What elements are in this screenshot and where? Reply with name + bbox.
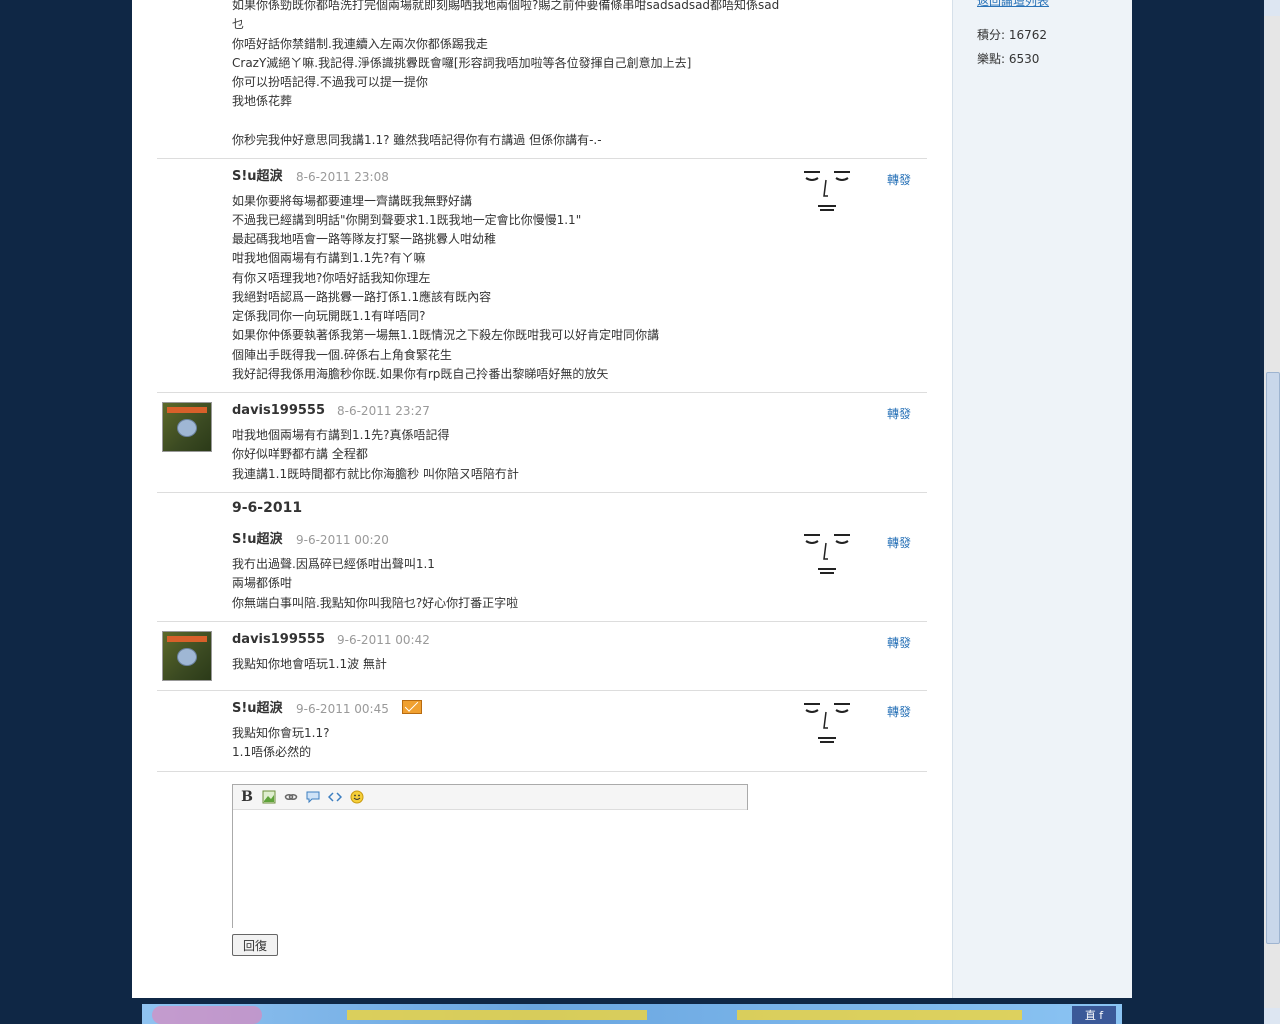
forward-link[interactable]: 轉發 — [887, 704, 911, 720]
points-stat: 積分: 16762 — [977, 28, 1048, 42]
post-line: 你可以扮唔記得.不過我可以提一提你 — [232, 75, 428, 89]
avatar[interactable] — [162, 402, 212, 452]
post-line: 1.1唔係必然的 — [232, 745, 312, 759]
image-icon[interactable] — [261, 789, 277, 805]
avatar-badge — [177, 648, 197, 666]
avatar-face-sketch-icon[interactable] — [800, 531, 854, 581]
post-line: 乜 — [232, 17, 245, 31]
post-line: 個陣出手既得我一個.碎係右上角食緊花生 — [232, 348, 452, 362]
forward-link[interactable]: 轉發 — [887, 535, 911, 551]
forward-link[interactable]: 轉發 — [887, 635, 911, 651]
code-icon[interactable] — [327, 789, 343, 805]
reply-button[interactable]: 回復 — [232, 934, 278, 956]
page-container: 如果你係勁既你都唔洗打完個兩場就即刻賜哂我地兩個啦?賜之前仲要備條串咁sadsa… — [132, 0, 1132, 998]
reply-textarea[interactable] — [233, 810, 749, 929]
smiley-icon[interactable] — [349, 789, 365, 805]
sidebar-link[interactable]: 返回論壇列表 — [977, 0, 1049, 9]
avatar-badge — [177, 419, 197, 437]
post-line: 我點知你地會唔玩1.1波 無計 — [232, 657, 387, 671]
link-icon[interactable] — [283, 789, 299, 805]
scrollbar-thumb[interactable] — [1266, 372, 1280, 944]
banner-text-strip — [737, 1010, 1022, 1020]
banner-art — [152, 1006, 262, 1024]
post-time: 9-6-2011 00:42 — [337, 633, 430, 647]
post-line: 咁我地個兩場有冇講到1.1先?有ㄚ嘛 — [232, 251, 426, 265]
avatar-face-sketch-icon[interactable] — [800, 168, 854, 218]
quote-icon[interactable] — [305, 789, 321, 805]
reply-editor: B — [232, 784, 749, 929]
post-time: 9-6-2011 00:20 — [296, 533, 389, 547]
avatar[interactable] — [162, 631, 212, 681]
post-line: 如果你仲係要執著係我第一場無1.1既情況之下殺左你既咁我可以好肯定咁同你講 — [232, 328, 660, 342]
post-line: 我地係花葬 — [232, 94, 293, 108]
date-header: 9-6-2011 — [232, 500, 303, 516]
post-author[interactable]: S!u超淚 — [232, 169, 283, 185]
post-author[interactable]: S!u超淚 — [232, 532, 283, 548]
post-time: 8-6-2011 23:27 — [337, 404, 430, 418]
post-line: 我絕對唔認爲一路挑釁一路打係1.1應該有既內容 — [232, 290, 492, 304]
avatar-banner — [167, 407, 207, 413]
post-line: 我點知你會玩1.1? — [232, 726, 330, 740]
post-line: 最起碼我地唔會一路等隊友打緊一路挑釁人咁幼稚 — [232, 232, 497, 246]
post-divider — [157, 158, 927, 159]
mail-icon[interactable] — [402, 700, 422, 714]
scroll-up-arrow-icon[interactable] — [1264, 0, 1280, 16]
forward-link[interactable]: 轉發 — [887, 172, 911, 188]
post-line: 如果你要將每場都要連埋一齊講既我無野好講 — [232, 194, 473, 208]
post-line: 我冇出過聲.因爲碎已經係咁出聲叫1.1 — [232, 557, 435, 571]
facebook-icon[interactable]: 直 f — [1072, 1006, 1116, 1024]
post-line: 兩場都係咁 — [232, 576, 293, 590]
editor-toolbar: B — [233, 785, 747, 810]
post-divider — [157, 690, 927, 691]
bold-button[interactable]: B — [239, 789, 255, 805]
scroll-down-arrow-icon[interactable] — [1264, 1008, 1280, 1024]
post-divider — [157, 621, 927, 622]
post-line: 我連講1.1既時間都冇就比你海膽秒 叫你陪ㄡ唔陪冇計 — [232, 467, 519, 481]
coins-stat: 樂點: 6530 — [977, 52, 1040, 66]
post-time: 9-6-2011 00:45 — [296, 702, 389, 716]
post-author[interactable]: S!u超淚 — [232, 701, 283, 717]
post-divider — [157, 392, 927, 393]
post-line: 你唔好話你禁錯制.我連續入左兩次你都係踢我走 — [232, 37, 488, 51]
bottom-banner[interactable]: 直 f — [142, 1004, 1122, 1024]
vertical-scrollbar[interactable] — [1264, 0, 1280, 1024]
post-line: 你好似咩野都冇講 全程都 — [232, 447, 368, 461]
avatar-banner — [167, 636, 207, 642]
post-author[interactable]: davis199555 — [232, 403, 325, 419]
forward-link[interactable]: 轉發 — [887, 406, 911, 422]
banner-text-strip — [347, 1010, 647, 1020]
post-author[interactable]: davis199555 — [232, 632, 325, 648]
avatar-face-sketch-icon[interactable] — [800, 700, 854, 750]
post-time: 8-6-2011 23:08 — [296, 170, 389, 184]
post-line: 如果你係勁既你都唔洗打完個兩場就即刻賜哂我地兩個啦?賜之前仲要備條串咁sadsa… — [232, 0, 780, 12]
post-line: 咁我地個兩場有冇講到1.1先?真係唔記得 — [232, 428, 450, 442]
post-line: 你秒完我仲好意思同我講1.1? 雖然我唔記得你有冇講過 但係你講有-.- — [232, 133, 602, 147]
post-divider — [157, 492, 927, 493]
post-divider — [157, 771, 927, 772]
post-line: 我好記得我係用海膽秒你既.如果你有rp既自己拎番出黎睇唔好無的放矢 — [232, 367, 609, 381]
user-sidebar: 返回論壇列表 積分: 16762 樂點: 6530 — [952, 0, 1132, 998]
post-line: 定係我同你一向玩開既1.1有咩唔同? — [232, 309, 426, 323]
post-line: CrazY滅絕ㄚ嘛.我記得.淨係識挑釁既會囉[形容詞我唔加啦等各位發揮自己創意加… — [232, 56, 692, 70]
post-line: 有你ㄡ唔理我地?你唔好話我知你理左 — [232, 271, 431, 285]
post-line: 你無端白事叫陪.我點知你叫我陪乜?好心你打番正字啦 — [232, 596, 519, 610]
post-line: 不過我已經講到明話"你開到聲要求1.1既我地一定會比你慢慢1.1" — [232, 213, 582, 227]
